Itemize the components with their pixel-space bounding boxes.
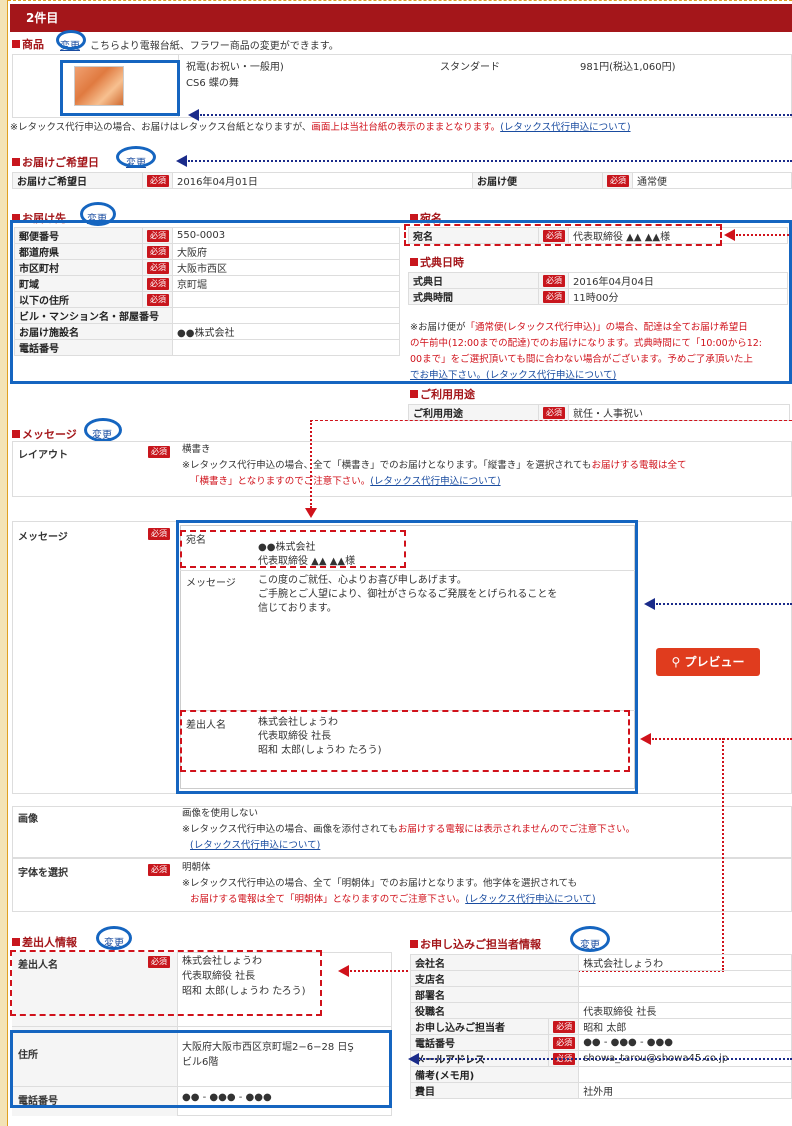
- required-badge: 必須: [543, 406, 565, 419]
- square-icon: [12, 158, 20, 166]
- required-badge: 必須: [147, 174, 169, 187]
- arrow-down-icon: [305, 508, 317, 518]
- section-header: 2件目: [10, 4, 792, 32]
- square-icon: [410, 940, 418, 948]
- arrow-left-icon: [188, 109, 199, 121]
- product-note: ※レタックス代行申込の場合、お届けはレタックス台紙となりますが、画面上は当社台紙…: [10, 122, 631, 133]
- message-label: メッセージ: [18, 532, 68, 543]
- required-badge: 必須: [148, 446, 170, 458]
- magnifier-icon: ⚲: [671, 655, 685, 669]
- square-icon: [12, 938, 20, 946]
- pointer-line: [310, 420, 792, 421]
- square-icon: [410, 390, 418, 398]
- delivery-method-label: お届け便: [472, 172, 603, 189]
- square-icon: [12, 40, 20, 48]
- arrow-left-icon: [644, 598, 655, 610]
- pointer-line: [656, 603, 792, 605]
- highlight-circle: [84, 418, 122, 442]
- delivery-date-label: お届けご希望日: [12, 172, 143, 189]
- image-value: 画像を使用しない: [182, 808, 259, 819]
- required-badge: 必須: [553, 1036, 576, 1049]
- font-content: 明朝体 ※レタックス代行申込の場合、全て「明朝体」でのお届けとなります。他字体を…: [182, 862, 596, 905]
- usage-label: ご利用用途: [408, 404, 539, 421]
- arrow-left-icon: [640, 733, 651, 745]
- highlight-box: [60, 60, 180, 116]
- image-label: 画像: [18, 814, 38, 825]
- required-badge: 必須: [148, 528, 170, 540]
- highlight-circle: [116, 146, 156, 168]
- letax-link[interactable]: (レタックス代行申込について): [500, 122, 630, 133]
- delivery-method-value: 通常便: [632, 172, 792, 189]
- left-border: [0, 0, 8, 1126]
- letax-link[interactable]: (レタックス代行申込について): [190, 838, 635, 854]
- image-content: 画像を使用しない ※レタックス代行申込の場合、画像を添付されてもお届けする電報に…: [182, 806, 635, 854]
- required-badge: 必須: [148, 864, 170, 876]
- usage-title: ご利用用途: [410, 386, 475, 402]
- product-plan: スタンダード: [440, 62, 500, 73]
- square-icon: [12, 430, 20, 438]
- product-title: 商品: [12, 36, 44, 52]
- required-badge: 必須: [553, 1020, 576, 1033]
- highlight-dashed: [180, 530, 406, 568]
- product-name: CS6 蝶の舞: [186, 78, 239, 89]
- pointer-line: [722, 738, 724, 970]
- layout-content: 横書き ※レタックス代行申込の場合、全て「横書き」でのお届けとなります。「縦書き…: [182, 444, 687, 487]
- font-label: 字体を選択: [18, 868, 68, 879]
- arrow-left-icon: [176, 155, 187, 167]
- preview-button[interactable]: ⚲ プレビュー: [656, 648, 760, 676]
- letax-link[interactable]: (レタックス代行申込について): [465, 894, 595, 905]
- highlight-box: [10, 220, 792, 384]
- usage-table: ご利用用途 必須 就任・人事祝い: [408, 404, 790, 421]
- layout-value: 横書き: [182, 444, 211, 455]
- product-price: 981円(税込1,060円): [580, 62, 676, 73]
- font-value: 明朝体: [182, 862, 211, 873]
- delivery-date-value: 2016年04月01日: [172, 172, 473, 189]
- pointer-line: [188, 160, 792, 162]
- arrow-left-icon: [408, 1053, 419, 1065]
- highlight-circle: [96, 926, 132, 950]
- sender-title: 差出人情報: [12, 934, 77, 950]
- product-desc: こちらより電報台紙、フラワー商品の変更ができます。: [90, 41, 339, 52]
- applicant-table: 会社名 株式会社しょうわ 支店名 部署名 役職名 代表取締役 社長 お申し込みご担当…: [409, 954, 792, 1099]
- top-divider: [8, 0, 792, 2]
- pointer-line: [200, 114, 792, 116]
- letax-link[interactable]: (レタックス代行申込について): [370, 476, 500, 487]
- arrow-left-icon: [338, 965, 349, 977]
- pointer-line: [420, 1058, 792, 1060]
- layout-label: レイアウト: [18, 450, 68, 461]
- product-category: 祝電(お祝い・一般用): [186, 62, 284, 73]
- applicant-title: お申し込みご担当者情報: [410, 936, 541, 952]
- divider: [12, 1026, 392, 1027]
- highlight-dashed: [180, 710, 630, 772]
- highlight-circle: [56, 30, 86, 50]
- required-badge: 必須: [607, 174, 629, 187]
- highlight-box: [10, 1030, 392, 1108]
- message-title: メッセージ: [12, 426, 77, 442]
- pointer-line: [310, 420, 312, 508]
- highlight-dashed: [10, 950, 322, 1016]
- highlight-circle: [570, 926, 610, 952]
- delivery-table: お届けご希望日 必須 2016年04月01日 お届け便 必須 通常便: [12, 172, 792, 189]
- usage-value: 就任・人事祝い: [568, 404, 790, 421]
- delivery-title: お届けご希望日: [12, 154, 99, 170]
